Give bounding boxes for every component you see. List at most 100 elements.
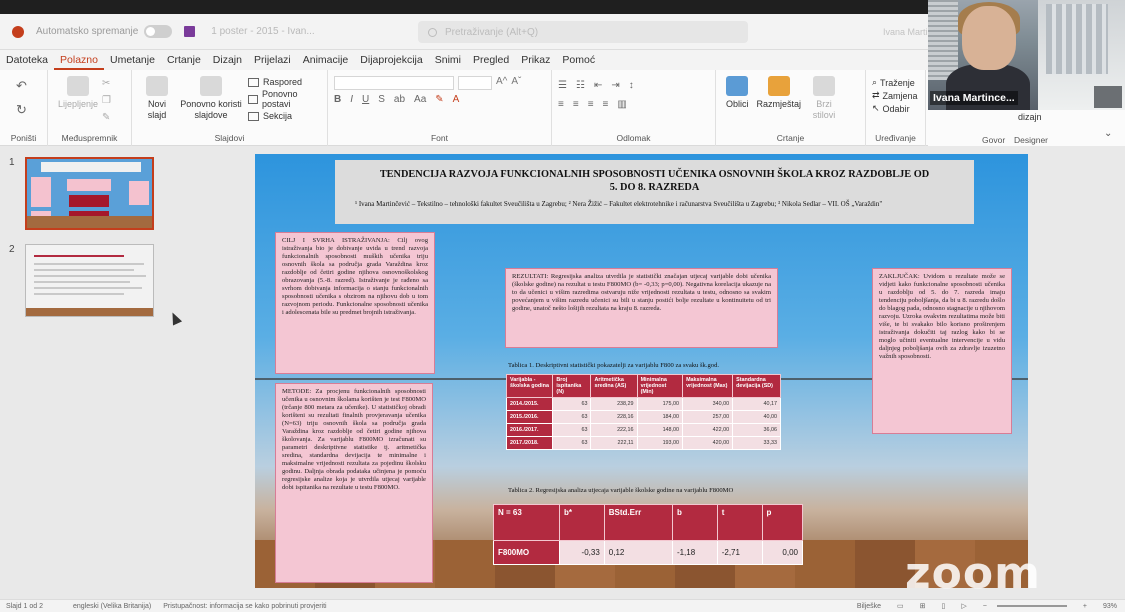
reset-icon [248, 94, 258, 104]
t1-header: Maksimalna vrijednost (Max) [682, 374, 734, 398]
normal-view-icon[interactable]: ▭ [897, 602, 904, 610]
bullets-icon[interactable]: ☰ [558, 80, 567, 91]
arrange-label: Razmještaj [756, 99, 802, 109]
align-left-icon[interactable]: ≡ [558, 99, 564, 110]
designer-button[interactable]: dizajn [1018, 112, 1042, 122]
reuse-slides-button[interactable]: Ponovno koristi slajdove [180, 76, 242, 121]
reuse-slides-label: Ponovno koristi slajdove [180, 99, 242, 120]
t1-cell: 63 [552, 436, 592, 450]
metode-box[interactable]: METODE: Za procjenu funkcionalnih sposob… [275, 383, 433, 583]
format-painter-icon[interactable]: ✎ [102, 112, 111, 123]
background-shelf [1046, 4, 1108, 74]
reading-view-icon[interactable]: ▯ [942, 602, 946, 610]
tab-prijelazi[interactable]: Prijelazi [248, 50, 297, 70]
reset-button[interactable]: Ponovno postavi [248, 89, 321, 109]
participant-video[interactable]: Ivana Martince... [928, 0, 1038, 110]
replace-button[interactable]: ⇄ Zamjena [872, 90, 918, 101]
slide-canvas[interactable]: TENDENCIJA RAZVOJA FUNKCIONALNIH SPOSOBN… [255, 154, 1028, 588]
zoom-watermark-logo: zoom [905, 548, 1041, 599]
cut-icon[interactable]: ✂ [102, 78, 111, 89]
align-right-icon[interactable]: ≡ [588, 99, 594, 110]
editing-group: ⌕ Traženje ⇄ Zamjena ↖ Odabir Uređivanje [866, 70, 926, 146]
tab-pomoc[interactable]: Pomoć [556, 50, 601, 70]
sorter-view-icon[interactable]: ⊞ [920, 602, 926, 610]
columns-icon[interactable]: ▥ [617, 99, 626, 110]
save-icon[interactable] [184, 26, 196, 37]
thumb-floor [27, 216, 152, 228]
italic-icon[interactable]: I [350, 94, 353, 105]
font-name-dropdown[interactable] [334, 76, 454, 90]
redo-icon[interactable]: ↻ [16, 102, 27, 118]
zoom-in-icon[interactable]: + [1083, 603, 1087, 610]
undo-icon[interactable]: ↶ [16, 78, 27, 94]
t1-cell: 222,11 [590, 436, 638, 450]
accessibility-indicator[interactable]: Pristupačnost: informacija se kako pobri… [163, 603, 326, 610]
cilj-box[interactable]: CILJ I SVRHA ISTRAŽIVANJA: Cilj ovog ist… [275, 232, 435, 374]
paste-icon [67, 76, 90, 96]
increase-font-icon[interactable]: A^ [496, 76, 507, 90]
t1-cell: 2017./2018. [505, 436, 554, 450]
select-label: Odabir [882, 103, 910, 114]
underline-icon[interactable]: U [362, 94, 369, 105]
align-center-icon[interactable]: ≡ [573, 99, 579, 110]
section-button[interactable]: Sekcija [248, 111, 321, 121]
quick-styles-button[interactable]: Brzi stilovi [809, 76, 839, 121]
slideshow-icon[interactable]: ▷ [961, 602, 966, 610]
arrange-icon [767, 76, 790, 96]
strikethrough-icon[interactable]: S [378, 94, 385, 105]
highlight-icon[interactable]: ✎ [435, 94, 443, 105]
language-indicator[interactable]: engleski (Velika Britanija) [73, 603, 151, 610]
zoom-out-icon[interactable]: − [983, 603, 987, 610]
new-slide-button[interactable]: Novi slajd [142, 76, 172, 121]
shapes-button[interactable]: Oblici [726, 76, 749, 110]
decrease-font-icon[interactable]: Aˇ [511, 76, 521, 90]
zakljucak-box[interactable]: ZAKLJUČAK: Uvidom u rezultate može se vi… [872, 268, 1012, 434]
slides-group-label: Slajdovi [214, 133, 245, 143]
ribbon-collapse-icon[interactable]: ⌄ [1104, 128, 1112, 139]
rezultati-box[interactable]: REZULTATI: Regresijska analiza utvrdila … [505, 268, 778, 348]
copy-icon[interactable]: ❐ [102, 95, 111, 106]
indent-increase-icon[interactable]: ⇥ [611, 80, 619, 91]
font-size-dropdown[interactable] [458, 76, 492, 90]
find-button[interactable]: ⌕ Traženje [872, 77, 915, 88]
layout-icon [248, 77, 259, 87]
tab-crtanje[interactable]: Crtanje [161, 50, 207, 70]
thumb-line [34, 293, 124, 295]
layout-button[interactable]: Raspored [248, 77, 321, 87]
paste-button[interactable]: Lijepljenje [58, 76, 98, 110]
document-title[interactable]: 1 poster - 2015 - Ivan... [211, 26, 314, 37]
poster-title-box[interactable]: TENDENCIJA RAZVOJA FUNKCIONALNIH SPOSOBN… [335, 160, 974, 224]
thumb-line [34, 263, 144, 265]
tab-snimi[interactable]: Snimi [429, 50, 467, 70]
font-color-icon[interactable]: A [453, 94, 460, 105]
powerpoint-logo-icon [12, 25, 24, 38]
slide-thumbnail-2[interactable] [25, 244, 154, 317]
select-button[interactable]: ↖ Odabir [872, 103, 910, 114]
zoom-level[interactable]: 93% [1103, 603, 1117, 610]
tab-datoteka[interactable]: Datoteka [0, 50, 54, 70]
zoom-slider[interactable] [996, 605, 1067, 607]
voice-group-label: Govor [982, 135, 1006, 145]
justify-icon[interactable]: ≡ [603, 99, 609, 110]
tab-dizajn[interactable]: Dizajn [207, 50, 248, 70]
numbering-icon[interactable]: ☷ [576, 80, 585, 91]
line-spacing-icon[interactable]: ↕ [629, 80, 634, 91]
tab-polazno[interactable]: Polazno [54, 50, 104, 70]
reuse-slides-icon [200, 76, 222, 96]
tab-animacije[interactable]: Animacije [297, 50, 355, 70]
bold-icon[interactable]: B [334, 94, 341, 105]
tab-dijaprojekcija[interactable]: Dijaprojekcija [354, 50, 428, 70]
notes-button[interactable]: Bilješke [857, 603, 881, 610]
tab-umetanje[interactable]: Umetanje [104, 50, 161, 70]
case-icon[interactable]: Aa [414, 94, 426, 105]
indent-decrease-icon[interactable]: ⇤ [594, 80, 602, 91]
search-box[interactable]: Pretraživanje (Alt+Q) [418, 21, 748, 43]
autosave-toggle[interactable] [144, 25, 173, 38]
slide-thumbnail-1[interactable] [25, 157, 154, 230]
tab-prikaz[interactable]: Prikaz [515, 50, 556, 70]
char-spacing-icon[interactable]: ab [394, 94, 405, 105]
rezultati-text: REZULTATI: Regresijska analiza utvrdila … [512, 273, 771, 312]
tab-pregled[interactable]: Pregled [467, 50, 515, 70]
layout-label: Raspored [263, 77, 303, 87]
arrange-button[interactable]: Razmještaj [756, 76, 802, 110]
